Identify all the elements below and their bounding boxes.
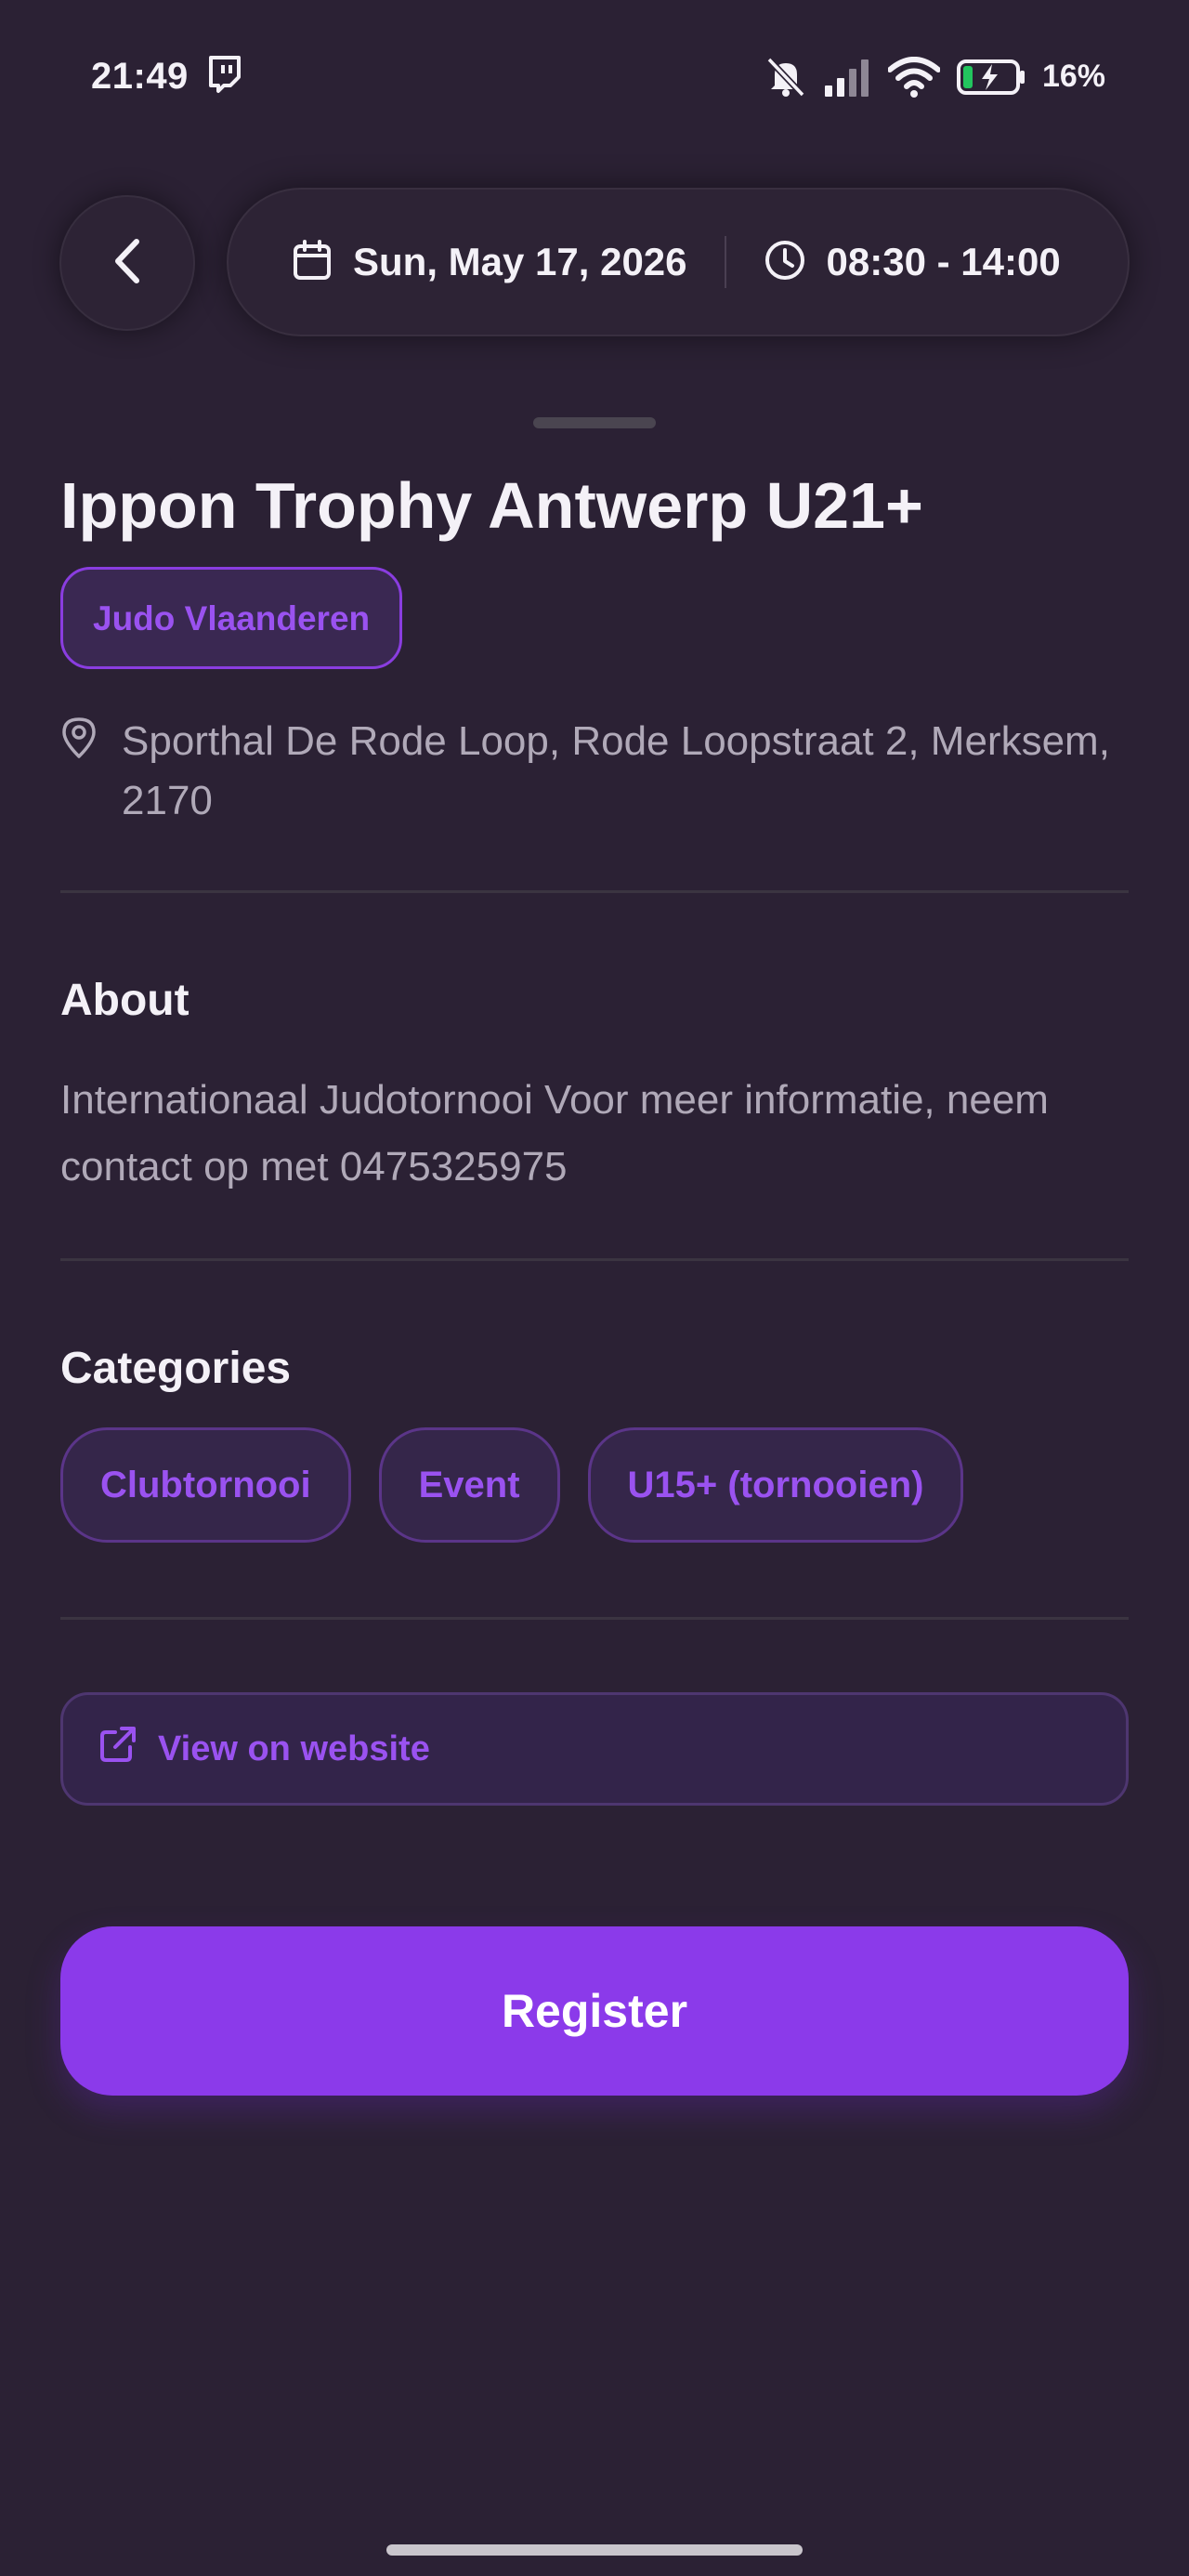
categories-heading: Categories — [60, 1344, 292, 1393]
battery-charging-icon — [956, 59, 1026, 96]
category-chips: Clubtornooi Event U15+ (tornooien) — [60, 1427, 1129, 1543]
view-on-website-label: View on website — [158, 1728, 430, 1768]
external-link-icon — [98, 1725, 137, 1773]
status-left: 21:49 — [91, 55, 242, 99]
signal-icon — [823, 58, 871, 97]
calendar-icon — [292, 239, 333, 286]
date-time-divider — [724, 236, 726, 288]
location-row: Sporthal De Rode Loop, Rode Loopstraat 2… — [60, 712, 1129, 831]
event-detail-screen: 21:49 16% Sun, May 17, 2026 08:30 - 14:0… — [0, 0, 1189, 2576]
twitch-icon — [205, 55, 242, 99]
divider — [60, 1258, 1129, 1261]
organizer-badge[interactable]: Judo Vlaanderen — [60, 567, 403, 669]
battery-percentage: 16% — [1041, 59, 1105, 94]
event-time-range: 08:30 - 14:00 — [826, 240, 1061, 283]
bell-off-icon — [765, 56, 806, 99]
event-date: Sun, May 17, 2026 — [353, 240, 687, 283]
event-location: Sporthal De Rode Loop, Rode Loopstraat 2… — [122, 718, 1110, 823]
divider — [60, 890, 1129, 893]
about-heading: About — [60, 976, 189, 1025]
clock-icon — [764, 239, 806, 286]
time-group: 08:30 - 14:00 — [764, 239, 1061, 286]
divider — [60, 1617, 1129, 1620]
status-bar: 21:49 16% — [0, 0, 1189, 153]
map-pin-icon — [60, 716, 98, 765]
category-chip[interactable]: Clubtornooi — [60, 1427, 351, 1543]
back-button[interactable] — [59, 195, 195, 331]
date-group: Sun, May 17, 2026 — [292, 239, 687, 286]
date-time-pill: Sun, May 17, 2026 08:30 - 14:00 — [227, 188, 1130, 336]
register-button[interactable]: Register — [60, 1926, 1129, 2096]
wifi-icon — [887, 56, 940, 98]
about-text: Internationaal Judotornooi Voor meer inf… — [60, 1077, 1049, 1189]
status-right: 16% — [765, 56, 1105, 99]
home-indicator[interactable] — [386, 2544, 803, 2556]
chevron-left-icon — [109, 236, 146, 291]
view-on-website-button[interactable]: View on website — [60, 1692, 1129, 1806]
status-time: 21:49 — [91, 56, 189, 97]
category-chip[interactable]: Event — [378, 1427, 560, 1543]
sheet-handle[interactable] — [533, 417, 656, 428]
category-chip[interactable]: U15+ (tornooien) — [587, 1427, 964, 1543]
event-content: Ippon Trophy Antwerp U21+ Judo Vlaandere… — [60, 446, 1129, 2096]
event-title: Ippon Trophy Antwerp U21+ — [60, 469, 923, 542]
